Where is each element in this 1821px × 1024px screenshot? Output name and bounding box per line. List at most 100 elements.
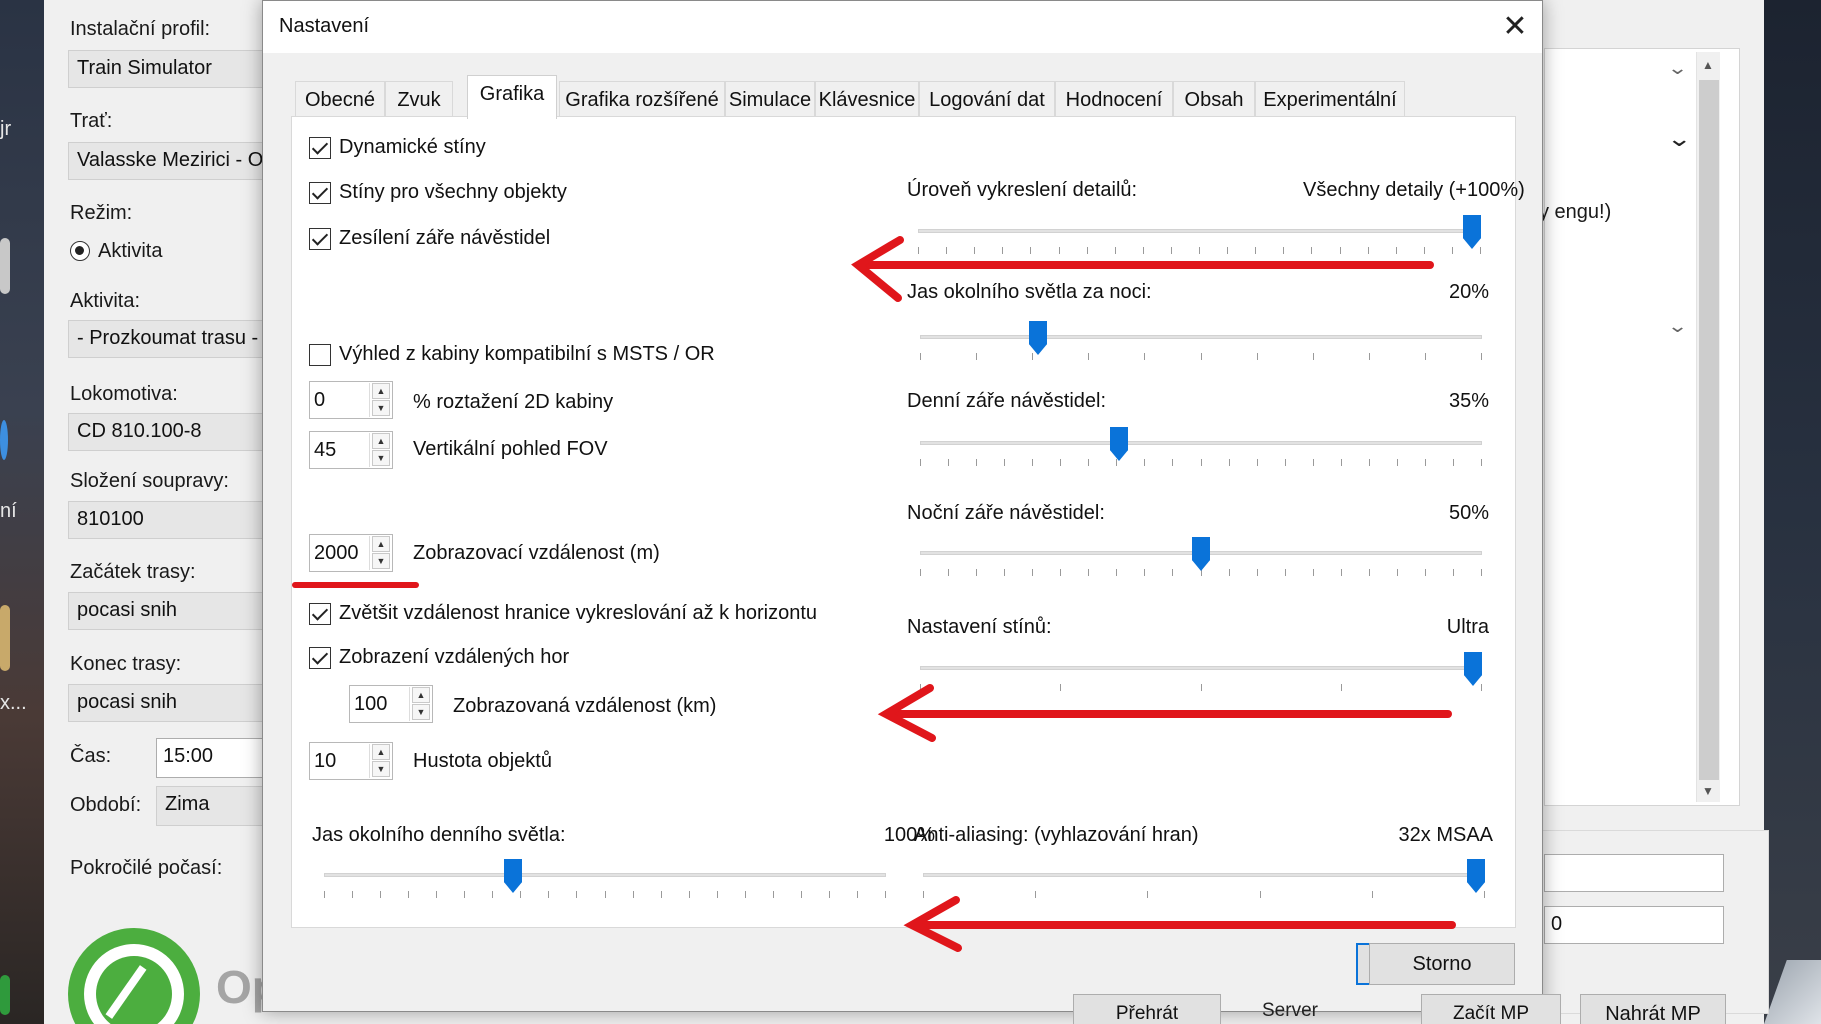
close-icon[interactable]: ✕ [1497,9,1533,45]
slider-ticks [920,684,1482,692]
slider-tick [829,891,830,898]
fov-stepper[interactable]: 45 ▲ ▼ [309,431,393,469]
stepper-down-icon[interactable]: ▼ [372,553,390,569]
view-distance-stepper[interactable]: 2000 ▲ ▼ [309,534,393,572]
desktop-app-icon[interactable] [0,420,8,460]
right-field-2[interactable]: 0 [1544,906,1724,944]
loco-select[interactable]: CD 810.100-8 [68,413,268,451]
stepper-down-icon[interactable]: ▼ [372,450,390,466]
object-density-stepper[interactable]: 10 ▲ ▼ [309,742,393,780]
slider-thumb[interactable] [1463,215,1481,249]
day-signal-slider[interactable] [920,427,1482,485]
slider-tick [1453,569,1454,576]
stepper-up-icon[interactable]: ▲ [372,383,390,399]
stepper-up-icon[interactable]: ▲ [372,744,390,760]
stepper-up-icon[interactable]: ▲ [372,433,390,449]
slider-tick [920,459,921,466]
cab-msts-checkbox[interactable] [309,344,331,366]
right-field-1[interactable] [1544,854,1724,892]
mountain-distance-stepper[interactable]: 100 ▲ ▼ [349,685,433,723]
profile-select[interactable]: Train Simulator [68,50,268,88]
slider-track[interactable] [923,873,1485,877]
night-ambient-slider[interactable] [920,321,1482,379]
scroll-down-icon[interactable]: ▼ [1702,784,1714,798]
antialiasing-slider[interactable] [923,859,1485,917]
tab-simulace[interactable]: Simulace [725,81,815,117]
radio-dot-icon [75,246,84,255]
dialog-titlebar[interactable]: Nastavení ✕ [263,1,1542,53]
replay-button[interactable]: Přehrát [1073,994,1221,1024]
stepper-down-icon[interactable]: ▼ [412,704,430,720]
chevron-down-icon[interactable]: ⌄ [1666,126,1692,152]
tab-grafika[interactable]: Grafika [467,75,557,119]
slider-thumb[interactable] [1029,321,1047,355]
chevron-down-icon[interactable]: ⌄ [1667,58,1688,79]
dynamic-shadows-checkbox[interactable] [309,137,331,159]
load-mp-button[interactable]: Nahrát MP [1580,994,1726,1024]
slider-thumb[interactable] [1464,652,1482,686]
slider-thumb[interactable] [1110,427,1128,461]
cancel-button[interactable]: Storno [1369,943,1515,985]
signal-glow-checkbox[interactable] [309,228,331,250]
scroll-up-icon[interactable]: ▲ [1702,58,1714,72]
scroll-thumb[interactable] [1699,80,1719,780]
extend-horizon-checkbox[interactable] [309,603,331,625]
slider-tick [717,891,718,898]
slider-track[interactable] [920,335,1482,339]
tab-hodnoceni[interactable]: Hodnocení [1055,81,1173,117]
slider-thumb[interactable] [1467,859,1485,893]
night-signal-slider[interactable] [920,537,1482,595]
activity-select[interactable]: - Prozkoumat trasu - [68,320,268,358]
slider-thumb[interactable] [504,859,522,893]
slider-tick [1060,569,1061,576]
shadows-all-checkbox[interactable] [309,182,331,204]
server-radio-label[interactable]: Server [1262,1000,1318,1022]
distant-mountains-checkbox[interactable] [309,647,331,669]
day-ambient-slider[interactable] [324,859,886,917]
cab-stretch-label: % roztažení 2D kabiny [413,391,614,413]
stepper-up-icon[interactable]: ▲ [412,687,430,703]
lod-slider-label: Úroveň vykreslení detailů: [907,179,1138,201]
desktop-app-icon[interactable] [0,975,10,1015]
slider-track[interactable] [324,873,886,877]
end-select[interactable]: pocasi snih [68,684,268,722]
consist-select[interactable]: 810100 [68,501,268,539]
slider-tick [1341,569,1342,576]
tab-experimentalni[interactable]: Experimentální [1255,81,1405,117]
chevron-down-icon[interactable]: ⌄ [1667,316,1688,337]
consist-label: Složení soupravy: [70,470,229,492]
tab-logovani-dat[interactable]: Logování dat [919,81,1055,117]
list-scrollbar[interactable]: ▲ ▼ [1696,52,1720,802]
lod-slider[interactable] [918,215,1481,273]
start-mp-button[interactable]: Začít MP [1421,994,1561,1024]
route-select[interactable]: Valasske Mezirici - Os [68,142,268,180]
slider-tick [1030,247,1031,254]
stepper-down-icon[interactable]: ▼ [372,400,390,416]
mode-radio[interactable] [70,241,90,261]
season-label: Období: [70,794,142,816]
shadow-quality-slider[interactable] [920,652,1482,710]
right-note: y engu!) [1539,201,1612,223]
start-select[interactable]: pocasi snih [68,592,268,630]
desktop-app-icon[interactable] [0,238,10,294]
time-input[interactable]: 15:00 [156,738,266,778]
tab-obecne[interactable]: Obecné [295,81,385,117]
slider-tick [1144,353,1145,360]
desktop-app-icon[interactable] [0,605,10,671]
tab-grafika-rozsirene[interactable]: Grafika rozšířené [559,81,725,117]
slider-tick [1313,569,1314,576]
object-density-value: 10 [314,750,337,772]
tab-obsah[interactable]: Obsah [1173,81,1255,117]
stepper-up-icon[interactable]: ▲ [372,536,390,552]
tab-zvuk[interactable]: Zvuk [385,81,453,117]
slider-tick [380,891,381,898]
slider-thumb[interactable] [1192,537,1210,571]
stepper-down-icon[interactable]: ▼ [372,761,390,777]
season-select[interactable]: Zima [156,786,266,826]
slider-track[interactable] [920,441,1482,445]
view-distance-label: Zobrazovací vzdálenost (m) [413,542,660,564]
tab-klavesnice[interactable]: Klávesnice [815,81,919,117]
slider-track[interactable] [918,229,1481,233]
slider-track[interactable] [920,666,1482,670]
cab-stretch-stepper[interactable]: 0 ▲ ▼ [309,381,393,419]
